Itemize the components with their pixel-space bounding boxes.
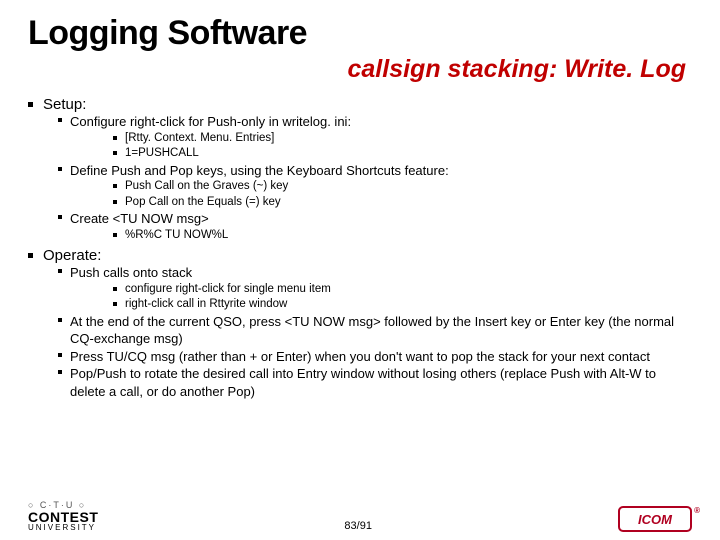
- ctu-logo: ○ C·T·U ○ CONTEST UNIVERSITY: [28, 501, 98, 532]
- bullet-icon: [58, 118, 62, 122]
- section-heading: Setup:: [43, 96, 86, 113]
- content-outline: Setup: Configure right-click for Push-on…: [28, 96, 692, 401]
- bullet-icon: [58, 269, 62, 273]
- bullet-text: configure right-click for single menu it…: [125, 282, 331, 298]
- bullet-text: Define Push and Pop keys, using the Keyb…: [70, 162, 449, 180]
- bullet-text: %R%C TU NOW%L: [125, 228, 228, 244]
- bullet-text: Pop Call on the Equals (=) key: [125, 195, 281, 211]
- icom-logo: ICOM ®: [618, 506, 692, 532]
- section-heading: Operate:: [43, 247, 101, 264]
- slide-footer: ○ C·T·U ○ CONTEST UNIVERSITY 83/91 ICOM …: [0, 501, 720, 532]
- bullet-text: Press TU/CQ msg (rather than + or Enter)…: [70, 348, 650, 366]
- bullet-icon: [58, 215, 62, 219]
- ctu-logo-main: CONTEST: [28, 510, 98, 524]
- bullet-icon: [58, 353, 62, 357]
- bullet-text: 1=PUSHCALL: [125, 146, 199, 162]
- bullet-text: Pop/Push to rotate the desired call into…: [70, 365, 692, 400]
- registered-icon: ®: [694, 506, 700, 515]
- bullet-icon: [58, 167, 62, 171]
- bullet-icon: [113, 200, 117, 204]
- bullet-icon: [113, 151, 117, 155]
- bullet-text: Push calls onto stack: [70, 264, 192, 282]
- bullet-text: Create <TU NOW msg>: [70, 210, 209, 228]
- bullet-icon: [113, 302, 117, 306]
- bullet-text: Push Call on the Graves (~) key: [125, 179, 288, 195]
- bullet-icon: [58, 318, 62, 322]
- bullet-text: right-click call in Rttyrite window: [125, 297, 287, 313]
- bullet-icon: [113, 287, 117, 291]
- bullet-text: [Rtty. Context. Menu. Entries]: [125, 131, 274, 147]
- bullet-icon: [28, 102, 33, 107]
- bullet-icon: [28, 253, 33, 258]
- slide-title: Logging Software: [28, 14, 692, 53]
- bullet-icon: [113, 136, 117, 140]
- slide-subtitle: callsign stacking: Write. Log: [28, 55, 686, 84]
- bullet-text: Configure right-click for Push-only in w…: [70, 113, 351, 131]
- icom-logo-text: ICOM: [638, 512, 672, 527]
- page-number: 83/91: [98, 520, 618, 532]
- ctu-logo-sub: UNIVERSITY: [28, 524, 98, 532]
- bullet-icon: [113, 233, 117, 237]
- bullet-icon: [113, 184, 117, 188]
- bullet-icon: [58, 370, 62, 374]
- bullet-text: At the end of the current QSO, press <TU…: [70, 313, 692, 348]
